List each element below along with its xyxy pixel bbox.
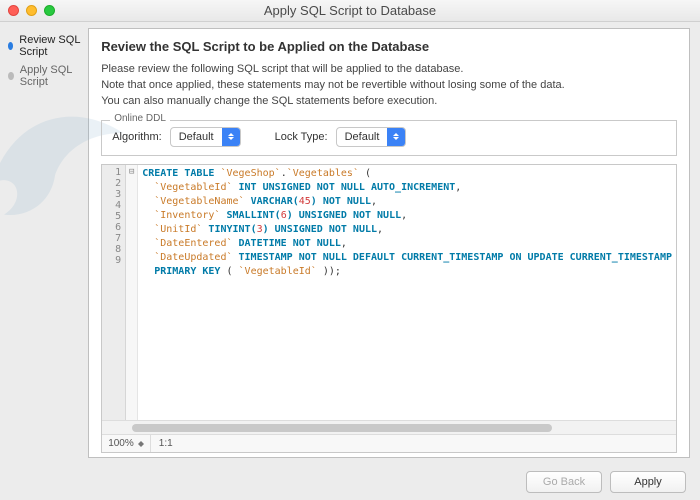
fold-column[interactable]: ⊟ (126, 165, 138, 420)
window-controls (8, 5, 55, 16)
code-area[interactable]: CREATE TABLE `VegeShop`.`Vegetables` ( `… (138, 165, 676, 420)
scrollbar-thumb[interactable] (132, 424, 552, 432)
sql-editor[interactable]: 1 2 3 4 5 6 7 8 9 ⊟ CREATE TABLE `VegeSh… (101, 164, 677, 453)
fold-toggle-icon[interactable]: ⊟ (126, 167, 137, 177)
algorithm-select[interactable]: Default (170, 127, 241, 147)
go-back-button: Go Back (526, 471, 602, 493)
page-title: Review the SQL Script to be Applied on t… (101, 39, 677, 54)
dialog-footer: Go Back Apply (0, 464, 700, 500)
online-ddl-group: Online DDL Algorithm: Default Lock Type:… (101, 120, 677, 156)
horizontal-scrollbar[interactable] (102, 420, 676, 434)
group-legend: Online DDL (110, 113, 170, 124)
step-dot-icon (8, 72, 14, 80)
locktype-label: Lock Type: (275, 131, 328, 143)
select-value: Default (171, 131, 222, 143)
wizard-step-label: Apply SQL Script (20, 64, 80, 88)
wizard-sidebar: Review SQL Script Apply SQL Script (0, 22, 88, 464)
intro-line: Note that once applied, these statements… (101, 78, 677, 94)
step-dot-icon (8, 42, 13, 50)
minimize-icon[interactable] (26, 5, 37, 16)
window-title: Apply SQL Script to Database (264, 3, 436, 18)
chevron-updown-icon (222, 128, 240, 146)
intro-line: You can also manually change the SQL sta… (101, 94, 677, 110)
line-gutter: 1 2 3 4 5 6 7 8 9 (102, 165, 126, 420)
zoom-control[interactable]: 100% (102, 435, 151, 452)
zoom-icon[interactable] (44, 5, 55, 16)
intro-line: Please review the following SQL script t… (101, 62, 677, 78)
close-icon[interactable] (8, 5, 19, 16)
editor-statusbar: 100% 1:1 (102, 434, 676, 452)
zoom-value: 100% (108, 438, 134, 449)
window-titlebar: Apply SQL Script to Database (0, 0, 700, 22)
locktype-select[interactable]: Default (336, 127, 407, 147)
apply-button[interactable]: Apply (610, 471, 686, 493)
wizard-step-review[interactable]: Review SQL Script (8, 34, 80, 58)
wizard-step-label: Review SQL Script (19, 34, 80, 58)
cursor-position: 1:1 (151, 438, 181, 449)
wizard-step-apply[interactable]: Apply SQL Script (8, 64, 80, 88)
select-value: Default (337, 131, 388, 143)
chevron-updown-icon (387, 128, 405, 146)
main-panel: Review the SQL Script to be Applied on t… (88, 28, 690, 458)
algorithm-label: Algorithm: (112, 131, 162, 143)
spinner-icon[interactable] (138, 441, 144, 447)
intro-text: Please review the following SQL script t… (101, 62, 677, 110)
